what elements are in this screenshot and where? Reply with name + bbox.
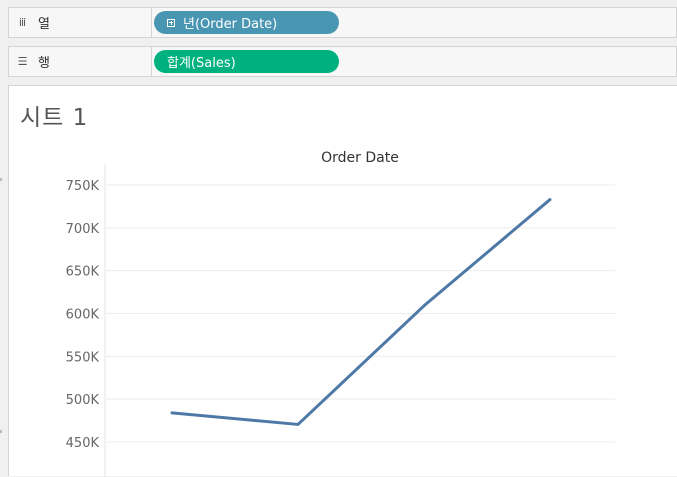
rows-shelf-label: ☰ 행 — [9, 47, 152, 76]
chart-title: Order Date — [321, 150, 399, 166]
columns-shelf-label: iii 열 — [9, 8, 152, 37]
y-tick-label: 600K — [66, 308, 100, 323]
sales-line[interactable] — [170, 198, 552, 426]
y-tick-label: 700K — [66, 222, 100, 237]
rows-icon: ☰ — [17, 55, 28, 68]
sales-pill[interactable]: 합계(Sales) — [154, 50, 339, 73]
gridlines — [106, 184, 615, 443]
data-point[interactable] — [544, 194, 556, 206]
worksheet: 시트 1 450K 500K 550K 600K 650K 700K 750K Order … — [8, 85, 677, 477]
order-date-pill[interactable]: 년(Order Date) — [154, 11, 339, 34]
y-tick-label: 450K — [66, 436, 100, 451]
series-layer — [166, 194, 556, 430]
y-tick-label: 550K — [66, 350, 100, 365]
y-tick-label: 650K — [66, 265, 100, 280]
data-point[interactable] — [292, 418, 304, 430]
data-point[interactable] — [418, 300, 430, 312]
expand-plus-icon[interactable] — [167, 18, 175, 27]
rows-label-text: 행 — [38, 56, 50, 71]
y-tick-label: 500K — [66, 393, 100, 408]
rows-shelf: ☰ 행 합계(Sales) — [8, 46, 677, 77]
columns-label-text: 열 — [38, 17, 50, 32]
sales-pill-label: 합계(Sales) — [167, 56, 236, 71]
edge-marker — [0, 178, 2, 181]
columns-icon: iii — [18, 16, 26, 29]
y-axis-ticks: 450K 500K 550K 600K 650K 700K 750K — [66, 179, 100, 451]
columns-shelf: iii 열 년(Order Date) — [8, 7, 677, 38]
y-tick-label: 750K — [66, 179, 100, 194]
line-chart: 450K 500K 550K 600K 650K 700K 750K Order Date — [66, 150, 615, 477]
order-date-pill-label: 년(Order Date) — [183, 17, 278, 32]
edge-marker — [0, 430, 2, 433]
data-point[interactable] — [166, 407, 178, 419]
